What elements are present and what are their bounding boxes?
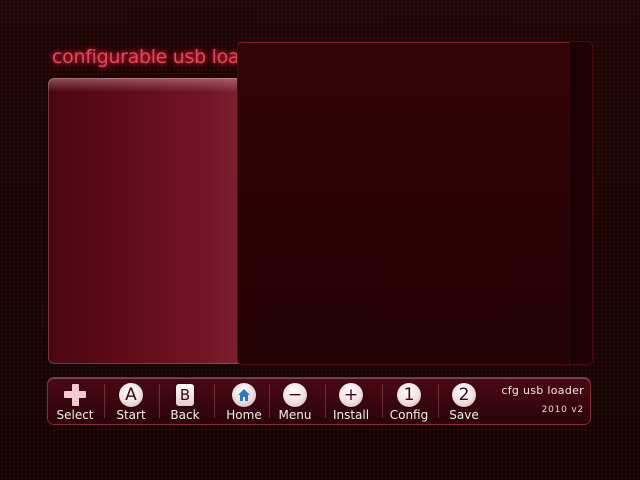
menu-button[interactable]: − Menu: [270, 378, 320, 424]
home-icon: [232, 383, 256, 407]
button-bar: Select A Start B Back Home − Menu + Inst…: [48, 378, 590, 424]
install-label: Install: [332, 408, 370, 422]
back-label: Back: [170, 408, 200, 422]
config-label: Config: [389, 408, 429, 422]
config-button[interactable]: 1 Config: [382, 378, 436, 424]
brand-name: cfg usb loader: [501, 384, 584, 397]
plus-button-icon: +: [339, 383, 363, 407]
brand-block: cfg usb loader 2010 v2: [488, 384, 584, 415]
divider: [104, 384, 105, 418]
start-button[interactable]: A Start: [106, 378, 156, 424]
menu-label: Menu: [278, 408, 312, 422]
two-button-icon: 2: [452, 383, 476, 407]
divider: [214, 384, 215, 418]
select-button[interactable]: Select: [50, 378, 100, 424]
save-button[interactable]: 2 Save: [438, 378, 490, 424]
cover-panel[interactable]: [48, 78, 244, 364]
start-label: Start: [116, 408, 146, 422]
a-button-icon: A: [119, 383, 143, 407]
home-label: Home: [226, 408, 262, 422]
cover-panel-sheen: [48, 78, 244, 92]
select-label: Select: [56, 408, 94, 422]
brand-version: 2010 v2: [541, 405, 584, 415]
b-button-icon: B: [176, 384, 194, 406]
home-button[interactable]: Home: [216, 378, 272, 424]
one-button-icon: 1: [397, 383, 421, 407]
back-button[interactable]: B Back: [160, 378, 210, 424]
game-list-panel[interactable]: [238, 42, 592, 364]
minus-button-icon: −: [283, 383, 307, 407]
dpad-icon: [63, 383, 87, 407]
save-label: Save: [449, 408, 479, 422]
scrollbar-track[interactable]: [569, 42, 592, 364]
install-button[interactable]: + Install: [324, 378, 378, 424]
